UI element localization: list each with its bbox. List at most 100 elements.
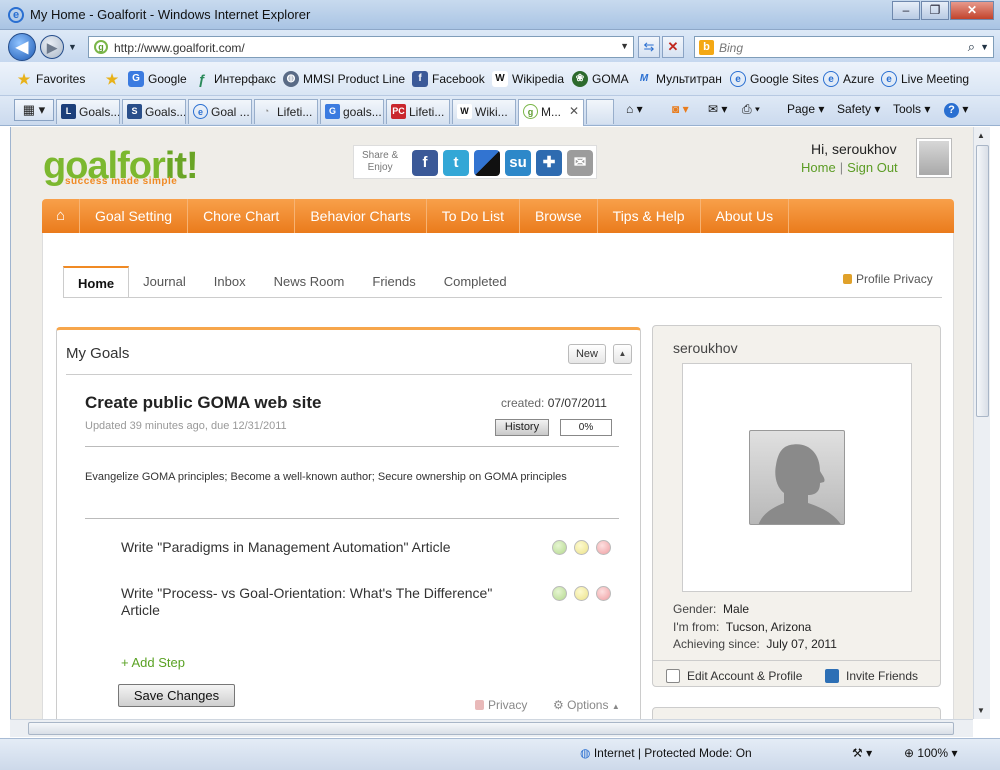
avatar[interactable] [916,138,952,178]
browser-tab[interactable]: W Wiki... [452,99,516,124]
tab-completed[interactable]: Completed [430,266,521,298]
stumbleupon-share-icon[interactable]: su [505,150,531,176]
feeds-button[interactable]: ◙ ▾ [672,102,689,116]
new-tab-button[interactable] [586,99,614,124]
fav-interfax[interactable]: ƒ Интерфакс [194,71,276,87]
scroll-up-icon[interactable]: ▲ [977,131,985,140]
email-share-icon[interactable]: ✉ [567,150,593,176]
nav-to-do-list[interactable]: To Do List [427,199,520,233]
goal-step[interactable]: Write "Paradigms in Management Automatio… [121,539,521,556]
refresh-button[interactable]: ⇆ [638,36,660,58]
back-button[interactable]: ◀ [8,33,36,61]
goal-options-menu[interactable]: ⚙ Options ▲ [553,698,620,712]
read-mail-button[interactable]: ✉ ▾ [708,102,727,116]
scroll-down-icon[interactable]: ▼ [977,706,985,715]
status-red-dot[interactable] [596,540,611,555]
home-button[interactable]: ⌂ ▾ [626,102,643,116]
tab-news-room[interactable]: News Room [260,266,359,298]
url-field[interactable]: g http://www.goalforit.com/ ▼ [88,36,634,58]
add-step-link[interactable]: + Add Step [121,655,185,670]
scroll-thumb[interactable] [976,145,989,417]
browser-tab[interactable]: L Goals... [56,99,120,124]
profile-photo[interactable] [682,363,912,592]
myspace-share-icon[interactable]: ✚ [536,150,562,176]
browser-tab[interactable]: S Goals... [122,99,186,124]
goal-privacy-link[interactable]: Privacy [475,698,527,712]
nav-chore-chart[interactable]: Chore Chart [188,199,296,233]
fav-azure[interactable]: e Azure [823,71,874,87]
nav-home-icon[interactable]: ⌂ [42,199,80,233]
save-changes-button[interactable]: Save Changes [118,684,235,707]
new-goal-button[interactable]: New [568,344,606,364]
status-green-dot[interactable] [552,540,567,555]
history-button[interactable]: History [495,419,549,436]
fav-live-meeting[interactable]: e Live Meeting [881,71,969,87]
minimize-button[interactable]: – [892,1,920,20]
maximize-button[interactable]: ❐ [921,1,949,20]
nav-browse[interactable]: Browse [520,199,598,233]
protected-mode-button[interactable]: ⚒ ▾ [852,746,872,760]
close-window-button[interactable]: ✕ [950,1,994,20]
wikipedia-icon: W [492,71,508,87]
browser-tab[interactable]: Ggoals... [320,99,384,124]
quick-tabs-button[interactable]: ▦ ▾ [14,99,54,121]
fav-wikipedia[interactable]: W Wikipedia [492,71,564,87]
tools-menu[interactable]: Tools ▾ [893,102,930,116]
security-zone[interactable]: ◍ Internet | Protected Mode: On [580,746,752,760]
sign-out-link[interactable]: Sign Out [847,160,898,175]
greeting: Hi, seroukhov [811,141,897,157]
nav-tips-help[interactable]: Tips & Help [598,199,701,233]
page-menu[interactable]: Page ▾ [787,102,824,116]
browser-tab[interactable]: e Goal ... [188,99,252,124]
zoom-level[interactable]: ⊕ 100% ▾ [904,746,957,760]
tab-friends[interactable]: Friends [358,266,429,298]
browser-tab[interactable]: ◔ Lifeti... [254,99,318,124]
forward-button[interactable]: ▶ [40,35,64,59]
tab-journal[interactable]: Journal [129,266,200,298]
nav-behavior-charts[interactable]: Behavior Charts [295,199,427,233]
help-button[interactable]: ? ▾ [944,102,968,118]
fav-mmsi[interactable]: ◍ MMSI Product Line [283,71,405,87]
status-yellow-dot[interactable] [574,586,589,601]
fav-multitran[interactable]: M Мультитран [636,71,722,87]
facebook-share-icon[interactable]: f [412,150,438,176]
edit-account-link[interactable]: Edit Account & Profile [666,669,802,683]
safety-menu[interactable]: Safety ▾ [837,102,880,116]
tab-home[interactable]: Home [63,266,130,298]
vertical-scrollbar[interactable]: ▲ ▼ [973,127,990,719]
goal-step[interactable]: Write "Process- vs Goal-Orientation: Wha… [121,585,521,619]
profile-privacy-link[interactable]: Profile Privacy [843,272,933,286]
fav-google-sites[interactable]: e Google Sites [730,71,819,87]
favorites-button[interactable]: ★ Favorites [16,71,86,87]
url-dropdown-icon[interactable]: ▼ [620,41,629,51]
search-input[interactable]: b Bing ⌕ ▼ [694,36,994,58]
fav-goma[interactable]: ❀ GOMA [572,71,629,87]
status-red-dot[interactable] [596,586,611,601]
fav-add-icon[interactable]: ★ [104,71,124,87]
fav-facebook[interactable]: f Facebook [412,71,485,87]
scroll-thumb[interactable] [28,722,954,735]
nav-goal-setting[interactable]: Goal Setting [80,199,189,233]
twitter-share-icon[interactable]: t [443,150,469,176]
stop-button[interactable]: ✕ [662,36,684,58]
collapse-panel-button[interactable]: ▲ [613,344,632,364]
fav-google[interactable]: G Google [128,71,187,87]
horizontal-scrollbar[interactable] [10,719,973,737]
search-icon[interactable]: ⌕ [968,39,975,55]
browser-tab[interactable]: PC Lifeti... [386,99,450,124]
status-yellow-dot[interactable] [574,540,589,555]
history-dropdown-icon[interactable]: ▼ [68,42,77,52]
invite-friends-link[interactable]: Invite Friends [825,669,918,683]
status-green-dot[interactable] [552,586,567,601]
browser-tab-active[interactable]: g M... ✕ [518,99,584,126]
tab-inbox[interactable]: Inbox [200,266,260,298]
search-dropdown-icon[interactable]: ▼ [980,42,989,52]
print-button[interactable]: ⎙ ▾ [742,102,760,117]
delicious-share-icon[interactable] [474,150,500,176]
nav-about-us[interactable]: About Us [701,199,790,233]
progress-indicator[interactable]: 0% [560,419,612,436]
close-tab-icon[interactable]: ✕ [569,104,579,118]
ie-logo-icon: e [8,7,24,23]
goal-title[interactable]: Create public GOMA web site [85,393,321,413]
home-link[interactable]: Home [801,160,836,175]
